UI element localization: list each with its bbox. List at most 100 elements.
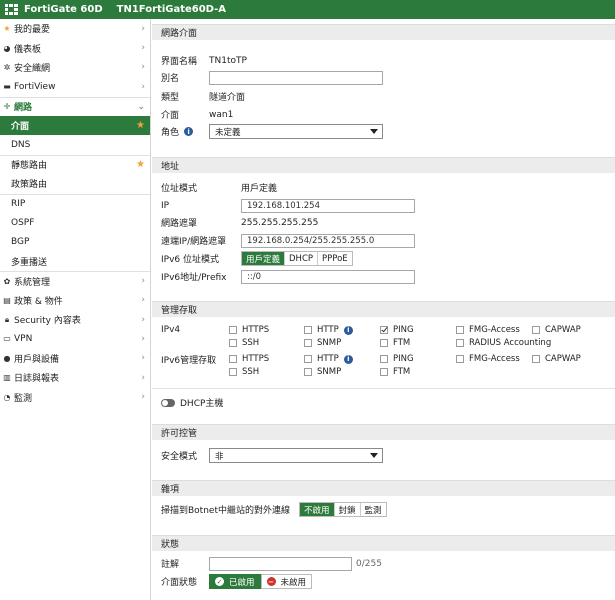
ipv4-ftm-checkbox[interactable]: FTM (380, 338, 410, 348)
comment-char-count: 0/255 (356, 558, 382, 569)
sidebar-item-security-fabric[interactable]: ✲ 安全織網 › (0, 58, 150, 77)
sidebar-item-label: 多重播送 (11, 257, 48, 268)
netmask-value: 255.255.255.255 (241, 217, 319, 228)
section-license-header: 許可控管 (152, 424, 615, 440)
ipv6-mode-manual-button[interactable]: 用戶定義 (242, 252, 286, 265)
info-icon[interactable]: i (184, 127, 194, 136)
ip-label: IP (161, 200, 170, 211)
vpn-icon: ▭ (3, 334, 11, 344)
sidebar-item-rip[interactable]: RIP (0, 193, 150, 213)
sidebar-item-monitor[interactable]: ◔ 監測 › (0, 387, 150, 406)
type-value: 隧道介面 (209, 93, 246, 103)
ipv4-fmg-checkbox[interactable]: FMG-Access (456, 325, 520, 335)
section-title: 管理存取 (161, 306, 198, 316)
ipv6-addr-input[interactable]: ::/0 (241, 269, 415, 284)
sidebar-item-ospf[interactable]: OSPF (0, 213, 150, 232)
ipv6-ftm-checkbox[interactable]: FTM (380, 367, 410, 377)
lock-icon: 🔒︎ (4, 314, 10, 324)
sidebar-item-network[interactable]: ✛ 網路 ⌄ (0, 96, 150, 116)
sidebar: ★ 我的最愛 › ◕ 儀表板 › ✲ 安全織網 › ▬ FortiView › … (0, 19, 151, 600)
favorite-star-icon[interactable]: ★ (136, 120, 145, 131)
alias-input[interactable] (209, 70, 383, 85)
chevron-right-icon: › (141, 81, 145, 92)
ipv6-mode-pppoe-button[interactable]: PPPoE (318, 252, 352, 265)
ipv6-mode-dhcp-button[interactable]: DHCP (285, 252, 319, 265)
fabric-icon: ✲ (3, 62, 11, 72)
sidebar-item-log-report[interactable]: ▥ 日誌與報表 › (0, 368, 150, 387)
sidebar-item-user-device[interactable]: ● 用戶與設備 › (0, 349, 150, 368)
section-interface-header: 網路介面 (152, 24, 615, 40)
security-mode-value: 非 (215, 451, 224, 462)
role-select[interactable]: 未定義 (209, 124, 383, 139)
sidebar-item-interfaces[interactable]: 介面 ★ (0, 115, 150, 136)
ipv4-https-checkbox[interactable]: HTTPS (229, 325, 269, 335)
sidebar-item-security-profiles[interactable]: 🔒︎ Security 內容表 › (0, 310, 150, 329)
sidebar-item-favorites[interactable]: ★ 我的最愛 › (0, 19, 150, 38)
chevron-right-icon: › (141, 295, 145, 306)
type-row: 類型 隧道介面 (161, 89, 245, 104)
dhcp-server-row: DHCP主機 (161, 395, 223, 410)
sidebar-item-fortiview[interactable]: ▬ FortiView › (0, 77, 150, 96)
ipv4-capwap-checkbox[interactable]: CAPWAP (532, 325, 581, 335)
ip-input[interactable]: 192.168.101.254 (241, 198, 415, 213)
sidebar-item-dns[interactable]: DNS (0, 135, 150, 154)
sidebar-item-bgp[interactable]: BGP (0, 232, 150, 251)
user-icon: ● (3, 353, 11, 363)
sidebar-item-policy-objects[interactable]: ▤ 政策 & 物件 › (0, 290, 150, 309)
ipv6-mode-label: IPv6 位址模式 (161, 255, 219, 265)
ipv6-fmg-checkbox[interactable]: FMG-Access (456, 354, 520, 364)
ipv6-https-checkbox[interactable]: HTTPS (229, 354, 269, 364)
address-mode-value: 用戶定義 (241, 184, 278, 194)
star-icon: ★ (3, 24, 11, 34)
sidebar-item-label: VPN (14, 333, 33, 344)
ipv4-ping-checkbox[interactable]: PING (380, 325, 414, 335)
ipv6-ping-checkbox[interactable]: PING (380, 354, 414, 364)
section-admin-header: 管理存取 (152, 301, 615, 317)
ipv4-snmp-checkbox[interactable]: SNMP (304, 338, 341, 348)
sidebar-item-system[interactable]: ✿ 系統管理 › (0, 271, 150, 290)
alias-row: 別名 (161, 70, 383, 85)
ipv4-http-checkbox[interactable]: HTTP i (304, 325, 353, 335)
interface-disabled-button[interactable]: − 未啟用 (260, 574, 313, 589)
botnet-block-button[interactable]: 封鎖 (335, 503, 361, 516)
monitor-icon: ◔ (3, 392, 11, 402)
ipv6-snmp-checkbox[interactable]: SNMP (304, 367, 341, 377)
sidebar-item-label: OSPF (11, 217, 35, 228)
comment-textarea[interactable] (209, 556, 352, 571)
chevron-right-icon: › (141, 392, 145, 403)
botnet-disable-button[interactable]: 不啟用 (299, 503, 335, 516)
info-icon[interactable]: i (343, 354, 353, 364)
info-icon[interactable]: i (343, 325, 353, 335)
role-row: 角色 i 未定義 (161, 124, 383, 139)
hostname[interactable]: TN1FortiGate60D-A (117, 4, 226, 15)
sidebar-item-multicast[interactable]: 多重播送 (0, 252, 150, 271)
favorite-star-icon[interactable]: ★ (136, 159, 145, 170)
ipv6-http-checkbox[interactable]: HTTP i (304, 354, 353, 364)
sidebar-item-vpn[interactable]: ▭ VPN › (0, 329, 150, 348)
security-mode-label: 安全模式 (161, 452, 198, 462)
sidebar-item-dashboard[interactable]: ◕ 儀表板 › (0, 38, 150, 57)
remote-ip-row: 遠端IP/網路遮罩 192.168.0.254/255.255.255.0 (161, 233, 415, 248)
ipv4-label: IPv4 (161, 325, 181, 335)
ipv6-capwap-checkbox[interactable]: CAPWAP (532, 354, 581, 364)
role-select-value: 未定義 (215, 127, 241, 138)
dhcp-server-label: DHCP主機 (180, 399, 224, 409)
sidebar-item-label: 系統管理 (14, 277, 51, 288)
interface-enabled-button[interactable]: ✓ 已啟用 (209, 574, 261, 589)
remote-ip-input[interactable]: 192.168.0.254/255.255.255.0 (241, 233, 415, 248)
remote-ip-label: 遠端IP/網路遮罩 (161, 237, 227, 247)
security-mode-select[interactable]: 非 (209, 448, 383, 463)
address-mode-row: 位址模式 用戶定義 (161, 180, 277, 195)
main-content: 網路介面 界面名稱 TN1toTP 別名 類型 隧道介面 介面 wan1 角色 … (152, 19, 615, 600)
sidebar-item-policy-routes[interactable]: 政策路由 (0, 174, 150, 193)
dhcp-server-toggle[interactable] (161, 398, 175, 407)
sidebar-item-label: 我的最愛 (14, 25, 51, 36)
section-title: 網路介面 (161, 29, 198, 39)
ipv4-ssh-checkbox[interactable]: SSH (229, 338, 259, 348)
section-title: 地址 (161, 162, 180, 172)
sidebar-item-static-routes[interactable]: 靜態路由 ★ (0, 154, 150, 174)
ipv6-ssh-checkbox[interactable]: SSH (229, 367, 259, 377)
role-label: 角色 (161, 128, 180, 138)
botnet-monitor-button[interactable]: 監測 (361, 503, 386, 516)
ipv4-radius-checkbox[interactable]: RADIUS Accounting (456, 338, 551, 348)
